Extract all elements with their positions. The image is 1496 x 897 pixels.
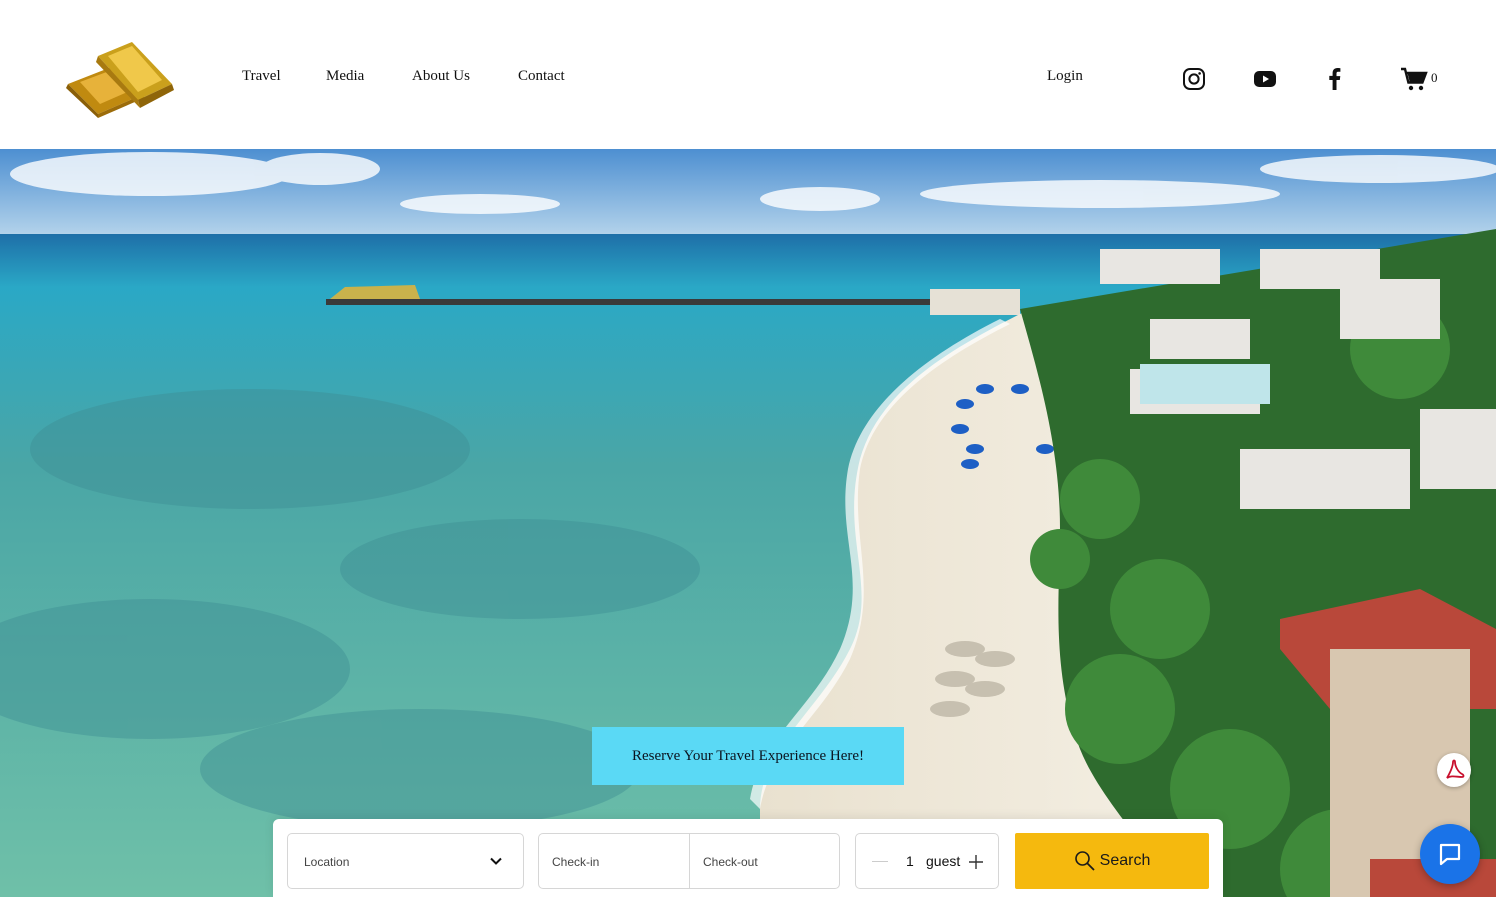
- checkout-field[interactable]: Check-out: [689, 834, 839, 888]
- chat-button[interactable]: [1420, 824, 1480, 884]
- hero-image: Reserve Your Travel Experience Here!: [0, 149, 1496, 897]
- location-select[interactable]: Location: [287, 833, 524, 889]
- checkin-label: Check-in: [552, 855, 600, 869]
- booking-bar: Location Check-in Check-out 1 guest Sear…: [273, 819, 1223, 897]
- search-button[interactable]: Search: [1015, 833, 1209, 889]
- guest-stepper: 1 guest: [855, 833, 999, 889]
- guest-label: guest: [926, 853, 961, 869]
- cart-count: 0: [1431, 70, 1438, 85]
- pdf-icon: [1446, 759, 1465, 779]
- checkout-label: Check-out: [703, 855, 758, 869]
- login-link[interactable]: Login: [1047, 68, 1083, 85]
- checkin-field[interactable]: Check-in: [539, 834, 689, 888]
- site-header: Travel Media About Us Contact Login 0: [0, 0, 1496, 149]
- nav-media[interactable]: Media: [326, 68, 364, 85]
- chevron-down-icon: [490, 857, 502, 865]
- youtube-icon[interactable]: [1253, 67, 1277, 91]
- nav-travel[interactable]: Travel: [242, 68, 281, 85]
- nav-contact[interactable]: Contact: [518, 68, 565, 85]
- location-label: Location: [304, 855, 350, 869]
- pdf-button[interactable]: [1437, 753, 1471, 787]
- logo[interactable]: [62, 36, 186, 124]
- minus-icon[interactable]: [872, 861, 888, 862]
- reserve-button[interactable]: Reserve Your Travel Experience Here!: [592, 727, 904, 785]
- search-label: Search: [1099, 852, 1151, 869]
- date-range: Check-in Check-out: [538, 833, 840, 889]
- cart-icon: [1401, 67, 1428, 91]
- nav-about-us[interactable]: About Us: [412, 68, 470, 85]
- search-icon: [1074, 851, 1095, 871]
- instagram-icon[interactable]: [1182, 67, 1206, 91]
- chat-icon: [1439, 843, 1461, 866]
- plus-icon[interactable]: [968, 854, 984, 870]
- facebook-icon[interactable]: [1323, 67, 1347, 91]
- guest-count: 1: [906, 853, 914, 869]
- cart-button[interactable]: 0: [1400, 66, 1450, 92]
